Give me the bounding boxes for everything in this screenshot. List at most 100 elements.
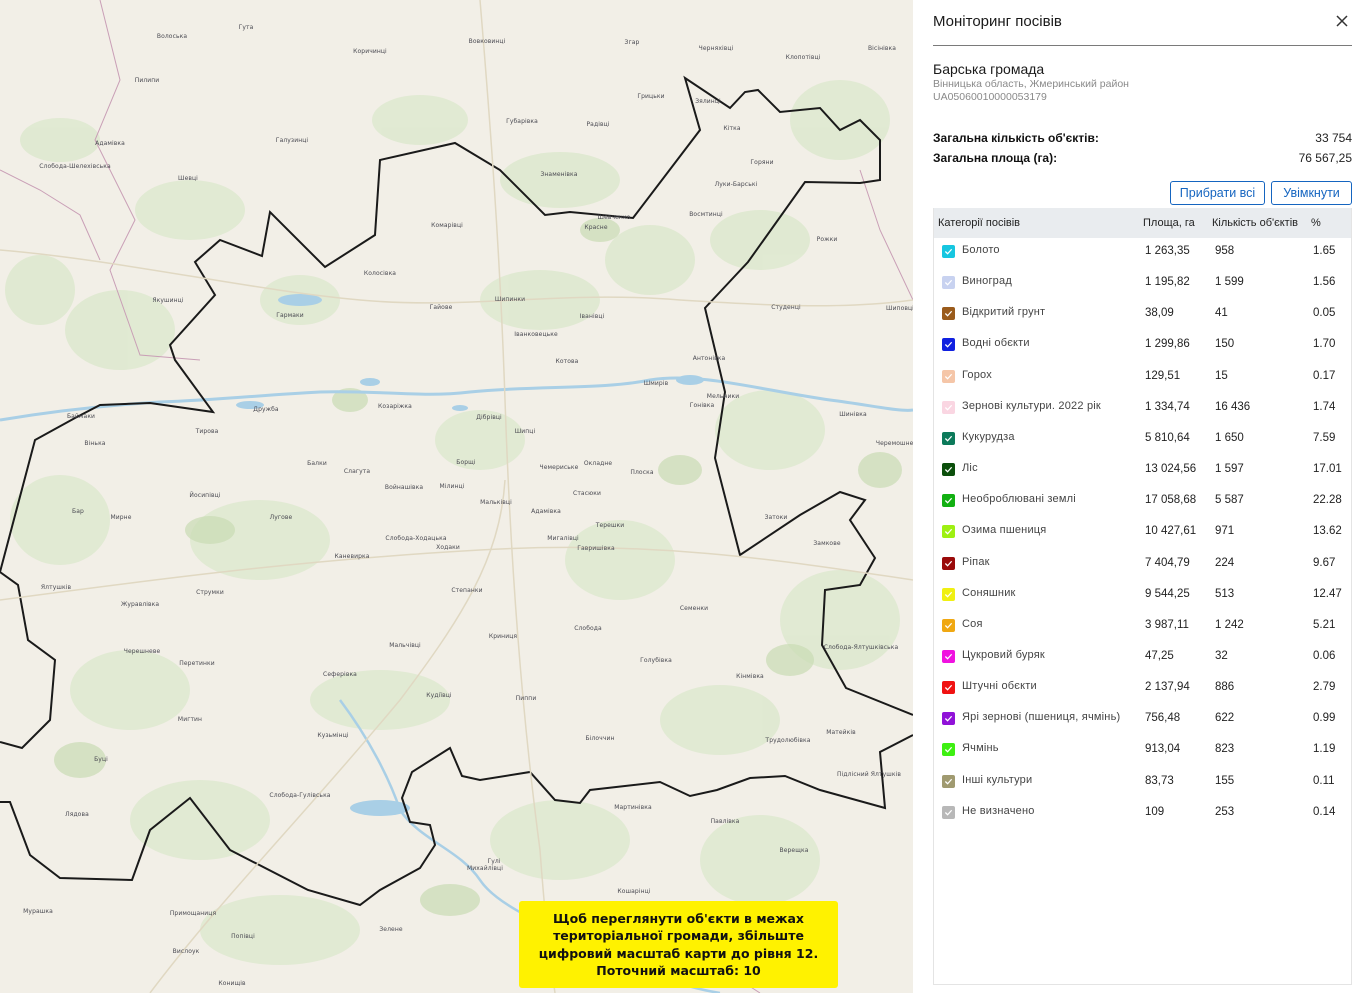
checkbox-check-icon[interactable] <box>942 338 955 352</box>
table-row[interactable]: Ліс 13 024,56 1 597 17.01 <box>934 456 1351 487</box>
checkbox-check-icon[interactable] <box>942 525 955 539</box>
place-label: Черняхівці <box>698 45 734 52</box>
table-row[interactable]: Необроблювані землі 17 058,68 5 587 22.28 <box>934 487 1351 518</box>
community-region: Вінницька область, Жмеринський район <box>933 78 1129 90</box>
checkbox-check-icon[interactable] <box>942 712 955 726</box>
title-divider <box>933 45 1352 46</box>
place-label: Примощаниця <box>169 910 217 917</box>
percent-value: 1.74 <box>1313 400 1336 413</box>
checkbox-check-icon[interactable] <box>942 369 955 383</box>
checkbox-check-icon[interactable] <box>942 556 955 570</box>
table-row[interactable]: Не визначено 109 253 0.14 <box>934 799 1351 830</box>
percent-value: 1.65 <box>1313 245 1336 257</box>
hide-all-button[interactable]: Прибрати всі <box>1170 181 1265 205</box>
table-row[interactable]: Ячмінь 913,04 823 1.19 <box>934 736 1351 767</box>
table-row[interactable]: Виноград 1 195,82 1 599 1.56 <box>934 269 1351 300</box>
checkbox-check-icon[interactable] <box>942 618 955 632</box>
table-row[interactable]: Горох 129,51 15 0.17 <box>934 363 1351 394</box>
percent-value: 0.14 <box>1313 805 1336 818</box>
place-label: Гонівка <box>689 402 715 409</box>
place-label: Луговe <box>269 514 293 521</box>
place-label: Гармаки <box>276 312 304 319</box>
table-row[interactable]: Водні обєкти 1 299,86 150 1.70 <box>934 331 1351 362</box>
crop-monitoring-panel: Моніторинг посівів Барська громада Вінни… <box>913 0 1354 993</box>
table-row[interactable]: Цукровий буряк 47,25 32 0.06 <box>934 643 1351 674</box>
category-name: Озима пшениця <box>962 524 1047 537</box>
place-label: Мартинівка <box>614 804 652 811</box>
checkbox-check-icon[interactable] <box>942 587 955 601</box>
checkbox-check-icon[interactable] <box>942 681 955 695</box>
count-value: 971 <box>1215 525 1235 538</box>
area-value: 2 137,94 <box>1145 681 1190 694</box>
category-name: Цукровий буряк <box>962 648 1045 661</box>
count-value: 32 <box>1215 649 1228 662</box>
checkbox-check-icon[interactable] <box>942 276 955 290</box>
count-value: 253 <box>1215 805 1235 818</box>
category-name: Не визначено <box>962 804 1035 817</box>
table-row[interactable]: Болото 1 263,35 958 1.65 <box>934 238 1351 269</box>
place-label: Пилипи <box>134 77 160 84</box>
table-row[interactable]: Соняшник 9 544,25 513 12.47 <box>934 581 1351 612</box>
percent-value: 2.79 <box>1313 681 1336 694</box>
checkbox-check-icon[interactable] <box>942 463 955 477</box>
place-label: Дібрівці <box>476 414 502 421</box>
place-label: Вовковинці <box>468 38 506 45</box>
place-label: Струмки <box>196 589 224 596</box>
checkbox-check-icon[interactable] <box>942 494 955 508</box>
category-name: Ярі зернові (пшениця, ячмінь) <box>962 711 1121 724</box>
percent-value: 7.59 <box>1313 431 1336 444</box>
checkbox-check-icon[interactable] <box>942 805 955 819</box>
area-value: 913,04 <box>1145 743 1181 756</box>
table-row[interactable]: Соя 3 987,11 1 242 5.21 <box>934 612 1351 643</box>
table-row[interactable]: Штучні обєкти 2 137,94 886 2.79 <box>934 674 1351 705</box>
place-label: Гулі <box>487 858 501 865</box>
table-row[interactable]: Інші культури 83,73 155 0.11 <box>934 768 1351 799</box>
place-label: Чемериське <box>539 464 579 471</box>
table-row[interactable]: Ярі зернові (пшениця, ячмінь) 756,48 622 0.… <box>934 705 1351 736</box>
place-label: Тирова <box>195 428 219 435</box>
table-row[interactable]: Кукурудза 5 810,64 1 650 7.59 <box>934 425 1351 456</box>
checkbox-check-icon[interactable] <box>942 649 955 663</box>
area-value: 83,73 <box>1145 774 1174 787</box>
percent-value: 0.05 <box>1313 307 1336 320</box>
count-value: 1 242 <box>1215 618 1244 631</box>
area-value: 38,09 <box>1145 307 1174 320</box>
checkbox-check-icon[interactable] <box>942 431 955 445</box>
place-label: Вислоук <box>172 948 200 955</box>
place-label: Каневирка <box>334 553 370 560</box>
percent-value: 0.11 <box>1313 774 1335 787</box>
count-value: 513 <box>1215 587 1235 600</box>
place-label: Мальчівці <box>389 642 421 649</box>
count-value: 5 587 <box>1215 494 1244 507</box>
place-label: Згар <box>624 39 640 46</box>
category-name: Ріпак <box>962 555 990 568</box>
place-label: Горяни <box>750 159 774 166</box>
place-label: Черемошне-Барські <box>875 440 913 447</box>
place-label: Ялтушків <box>40 584 72 591</box>
place-label: Вісінівка <box>867 45 897 52</box>
percent-value: 13.62 <box>1313 525 1342 538</box>
checkbox-check-icon[interactable] <box>942 307 955 321</box>
place-label: Буці <box>94 756 108 763</box>
checkbox-check-icon[interactable] <box>942 774 955 788</box>
place-label: Адамівка <box>95 140 125 147</box>
table-row[interactable]: Відкритий грунт 38,09 41 0.05 <box>934 300 1351 331</box>
place-label: Колосівка <box>363 270 397 277</box>
place-label: Губарівка <box>506 118 538 125</box>
table-row[interactable]: Зернові культури. 2022 рік 1 334,74 16 436… <box>934 394 1351 425</box>
place-label: Шмирів <box>643 380 669 387</box>
total-area-value: 76 567,25 <box>1298 151 1352 165</box>
checkbox-check-icon[interactable] <box>942 245 955 258</box>
place-label: Шипинки <box>494 296 526 303</box>
count-value: 224 <box>1215 556 1235 569</box>
checkbox-check-icon[interactable] <box>942 400 955 414</box>
table-row[interactable]: Ріпак 7 404,79 224 9.67 <box>934 550 1351 581</box>
map-view[interactable]: Волоська Гута Коричинці Вовковинці Згар Черня… <box>0 0 913 993</box>
close-icon[interactable] <box>1333 12 1351 30</box>
percent-value: 17.01 <box>1313 463 1342 476</box>
table-row[interactable]: Озима пшениця 10 427,61 971 13.62 <box>934 518 1351 549</box>
checkbox-check-icon[interactable] <box>942 743 955 757</box>
app-root: Волоська Гута Коричинці Вовковинці Згар Черня… <box>0 0 1354 993</box>
enable-button[interactable]: Увімкнути <box>1271 181 1352 205</box>
total-objects-value: 33 754 <box>1315 131 1352 145</box>
